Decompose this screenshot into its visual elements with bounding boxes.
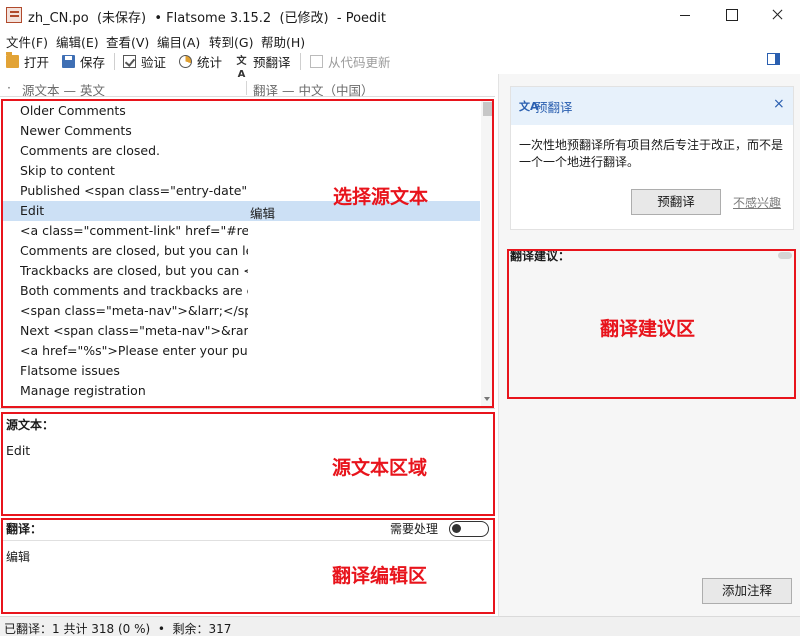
validate-label: 验证: [141, 54, 167, 70]
save-icon: [62, 54, 75, 68]
status-column-header[interactable]: ·: [7, 80, 11, 95]
folder-open-icon: [6, 51, 19, 68]
column-divider[interactable]: [246, 81, 247, 95]
toolbar-divider: [114, 53, 115, 70]
menu-help[interactable]: 帮助(H): [261, 32, 305, 51]
pie-chart-icon: [179, 54, 192, 68]
refresh-icon: [310, 54, 323, 68]
pretranslate-description: 一次性地预翻译所有项目然后专注于改正，而不是一个一个地进行翻译。: [519, 138, 784, 169]
menu-catalog[interactable]: 编目(A): [157, 32, 200, 51]
not-interested-link[interactable]: 不感兴趣: [733, 194, 781, 211]
save-label: 保存: [80, 54, 106, 70]
annotation-box-list: [1, 99, 494, 408]
translate-icon: 文A: [236, 55, 247, 80]
title-bar: zh_CN.po (未保存) • Flatsome 3.15.2 (已修改) -…: [0, 0, 800, 30]
status-bar: 已翻译：1 共计 318 (0 %) • 剩余：317: [0, 616, 800, 636]
validate-button[interactable]: 验证: [123, 52, 166, 70]
checkbox-icon: [123, 54, 136, 68]
maximize-button[interactable]: [708, 0, 754, 30]
poedit-app-icon: [6, 7, 22, 23]
annotation-label-suggestions: 翻译建议区: [600, 318, 696, 340]
add-comment-button[interactable]: 添加注释: [702, 578, 792, 604]
close-window-button[interactable]: [754, 0, 800, 30]
open-button[interactable]: 打开: [6, 51, 50, 70]
stats-label: 统计: [197, 54, 223, 70]
pane-splitter[interactable]: [0, 408, 495, 409]
status-text: 已翻译：1 共计 318 (0 %) • 剩余：317: [4, 622, 232, 636]
update-from-code-label: 从代码更新: [328, 54, 391, 70]
pretranslate-button[interactable]: 文A 预翻译: [235, 52, 291, 80]
menu-file[interactable]: 文件(F): [6, 32, 48, 51]
open-label: 打开: [24, 54, 50, 70]
pretranslate-card-title: 预翻译: [535, 100, 573, 115]
annotation-label-translation: 翻译编辑区: [332, 565, 428, 587]
update-from-code-button[interactable]: 从代码更新: [310, 52, 391, 70]
pretranslate-label: 预翻译: [253, 54, 291, 70]
window-title: zh_CN.po (未保存) • Flatsome 3.15.2 (已修改) -…: [28, 11, 386, 26]
stats-button[interactable]: 统计: [179, 52, 222, 70]
toolbar-divider: [300, 53, 301, 70]
menu-bar: 文件(F) 编辑(E) 查看(V) 编目(A) 转到(G) 帮助(H): [0, 30, 800, 50]
close-icon[interactable]: ×: [773, 96, 785, 112]
list-header: · 源文本 — 英文 翻译 — 中文（中国）: [0, 79, 495, 99]
pretranslate-card-header: 文A 预翻译 ×: [511, 87, 793, 125]
save-button[interactable]: 保存: [62, 52, 105, 70]
minimize-button[interactable]: [662, 0, 708, 30]
menu-goto[interactable]: 转到(G): [209, 32, 253, 51]
translation-column-header[interactable]: 翻译 — 中文（中国）: [253, 80, 373, 99]
pretranslate-card: 文A 预翻译 × 一次性地预翻译所有项目然后专注于改正，而不是一个一个地进行翻译…: [510, 86, 794, 230]
source-column-header[interactable]: 源文本 — 英文: [22, 80, 105, 99]
annotation-label-source: 源文本区域: [332, 457, 428, 479]
toolbar: 打开 保存 验证 统计 文A 预翻译 从代码更新: [0, 50, 800, 80]
pretranslate-card-button[interactable]: 预翻译: [631, 189, 721, 215]
menu-edit[interactable]: 编辑(E): [56, 32, 99, 51]
sidebar-toggle-icon[interactable]: [767, 53, 780, 65]
menu-view[interactable]: 查看(V): [106, 32, 149, 51]
annotation-label-list: 选择源文本: [333, 186, 429, 208]
